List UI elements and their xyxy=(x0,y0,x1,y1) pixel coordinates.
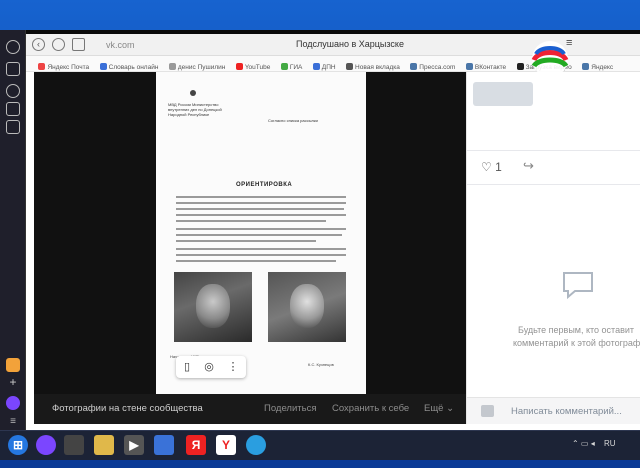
shield-icon[interactable] xyxy=(52,38,65,51)
share-icon[interactable]: ↪ xyxy=(523,158,534,174)
comment-input-bar[interactable]: Написать комментарий... xyxy=(467,397,640,424)
photo-viewer: МВД России Министерство внутренних дел п… xyxy=(34,72,466,424)
bookmark-item[interactable]: ГИА xyxy=(280,60,302,71)
browser-sidebar: + ≡ xyxy=(0,30,26,438)
save-button[interactable]: Сохранить к себе xyxy=(332,403,409,414)
author-avatar[interactable] xyxy=(473,82,533,106)
bookmark-item[interactable]: YouTube xyxy=(235,60,270,71)
bookmark-item[interactable]: Яндекс Почта xyxy=(38,60,89,71)
more-button[interactable]: Ещё ⌄ xyxy=(424,403,454,414)
page-icon[interactable] xyxy=(6,62,20,76)
address-bar[interactable]: vk.com xyxy=(106,38,166,52)
menu-icon[interactable]: ≡ xyxy=(6,416,20,430)
bookmark-item[interactable]: Новая вкладка xyxy=(346,60,400,71)
comments-panel: ♡ 1 ↪ Будьте первым, кто оставит коммента… xyxy=(466,72,640,424)
bookmark-icon[interactable]: ▯ xyxy=(180,360,194,374)
assistant-icon[interactable] xyxy=(6,396,20,410)
yandex-icon[interactable]: Я xyxy=(186,435,206,455)
bookmark-item[interactable]: денис Пушилин xyxy=(168,60,225,71)
photo-toolbar: ▯ ◎ ⋮ xyxy=(176,356,246,378)
bookmark-item[interactable]: Пресса.com xyxy=(410,60,455,71)
assistant-icon[interactable] xyxy=(36,435,56,455)
emblem-icon xyxy=(190,90,196,96)
empty-comments-text: Будьте первым, кто оставит комментарий к … xyxy=(513,325,640,348)
add-icon[interactable]: + xyxy=(6,376,20,390)
comment-input[interactable]: Написать комментарий... xyxy=(511,406,622,417)
language-indicator[interactable]: RU xyxy=(604,439,616,448)
browser-icon[interactable] xyxy=(64,435,84,455)
more-icon[interactable]: ⋮ xyxy=(226,360,240,374)
bookmark-icon[interactable] xyxy=(72,38,85,51)
comments-icon xyxy=(563,272,593,300)
doc-stamp: Согласно списка рассылки xyxy=(268,118,318,123)
like-count: 1 xyxy=(495,160,502,174)
mail-icon[interactable] xyxy=(6,358,20,372)
document-icon[interactable] xyxy=(6,102,20,116)
doc-header: МВД России Министерство внутренних дел п… xyxy=(168,102,222,117)
music-icon[interactable] xyxy=(6,84,20,98)
browser-window: ‹ vk.com Подслушано в Харцызске ≡ Яндекс… xyxy=(26,34,640,438)
suspect-photo-left xyxy=(174,272,252,342)
camera-icon[interactable]: ◎ xyxy=(202,360,216,374)
bookmark-item[interactable]: ВКонтакте xyxy=(465,60,506,71)
media-icon[interactable]: ▶ xyxy=(124,435,144,455)
like-button[interactable]: ♡ 1 xyxy=(481,160,502,174)
window-title: Подслушано в Харцызске xyxy=(296,39,404,49)
suspect-photo-right xyxy=(268,272,346,342)
share-button[interactable]: Поделиться xyxy=(264,403,316,414)
album-title[interactable]: Фотографии на стене сообщества xyxy=(52,403,203,414)
camera-icon[interactable] xyxy=(481,405,494,417)
tv-channel-logo-icon xyxy=(531,41,569,77)
bookmark-item[interactable]: Словарь онлайн xyxy=(99,60,158,71)
bookmark-item[interactable]: Яндекс xyxy=(582,60,613,71)
start-icon[interactable]: ⊞ xyxy=(8,435,28,455)
taskbar: ⊞ ▶ Я Y ⌃ ▭ ◂ RU xyxy=(0,430,640,460)
screen-icon[interactable] xyxy=(6,120,20,134)
bookmark-item[interactable]: ДПН xyxy=(312,60,336,71)
tray-icons[interactable]: ⌃ ▭ ◂ xyxy=(572,439,595,448)
folder-icon[interactable] xyxy=(94,435,114,455)
back-icon[interactable]: ‹ xyxy=(32,38,45,51)
window-icon[interactable] xyxy=(154,435,174,455)
doc-title: ОРИЕНТИРОВКА xyxy=(236,182,293,188)
clock-icon[interactable] xyxy=(6,40,20,54)
photo-caption-bar: Фотографии на стене сообщества Поделитьс… xyxy=(34,394,466,424)
doc-signature-right: К.С. Кузнецов xyxy=(308,362,334,367)
telegram-icon[interactable] xyxy=(246,435,266,455)
yandex-browser-icon[interactable]: Y xyxy=(216,435,236,455)
